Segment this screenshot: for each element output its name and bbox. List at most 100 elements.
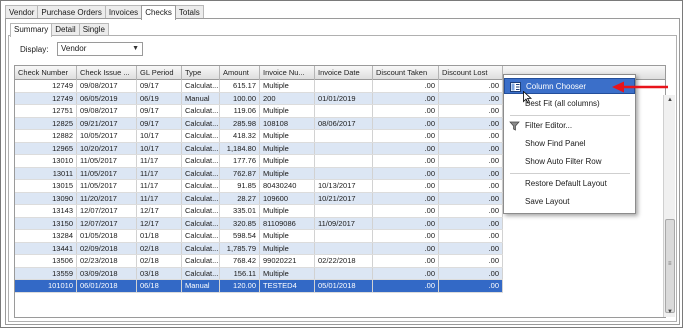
table-row[interactable]: 101010 06/01/2018 06/18 Manual 120.00 TESTED4… (15, 280, 503, 293)
table-row[interactable]: 13010 11/05/2017 11/17 Calculat... 177.76 Mul… (15, 155, 503, 168)
cell-invoice-number[interactable]: Multiple (260, 167, 315, 179)
cell-type[interactable]: Calculat... (182, 80, 220, 92)
cell-gl-period[interactable]: 10/17 (137, 142, 182, 154)
table-row[interactable]: 12751 09/08/2017 09/17 Calculat... 119.06 Mul… (15, 105, 503, 118)
cell-type[interactable]: Calculat... (182, 192, 220, 204)
cell-discount-lost[interactable]: .00 (439, 267, 503, 279)
cell-type[interactable]: Calculat... (182, 117, 220, 129)
cell-check-number[interactable]: 13143 (15, 205, 77, 217)
cell-discount-taken[interactable]: .00 (373, 105, 439, 117)
cell-discount-lost[interactable]: .00 (439, 155, 503, 167)
cell-type[interactable]: Calculat... (182, 180, 220, 192)
table-row[interactable]: 12882 10/05/2017 10/17 Calculat... 418.32 Mul… (15, 130, 503, 143)
cell-discount-lost[interactable]: .00 (439, 280, 503, 292)
cell-discount-taken[interactable]: .00 (373, 130, 439, 142)
table-row[interactable]: 13090 11/20/2017 11/17 Calculat... 28.27 1096… (15, 192, 503, 205)
column-header-gl-period[interactable]: GL Period (137, 66, 182, 80)
cell-amount[interactable]: 768.42 (220, 255, 260, 267)
cell-discount-lost[interactable]: .00 (439, 255, 503, 267)
cell-discount-taken[interactable]: .00 (373, 92, 439, 104)
cell-invoice-date[interactable] (315, 267, 373, 279)
cell-invoice-number[interactable]: 200 (260, 92, 315, 104)
cell-amount[interactable]: 1,184.80 (220, 142, 260, 154)
table-row[interactable]: 12749 06/05/2019 06/19 Manual 100.00 200 01/01… (15, 92, 503, 105)
cell-check-number[interactable]: 13011 (15, 167, 77, 179)
table-row[interactable]: 13011 11/05/2017 11/17 Calculat... 762.87 Mul… (15, 167, 503, 180)
cell-type[interactable]: Calculat... (182, 205, 220, 217)
table-row[interactable]: 13441 02/09/2018 02/18 Calculat... 1,785.79 M… (15, 242, 503, 255)
cell-discount-lost[interactable]: .00 (439, 167, 503, 179)
cell-discount-lost[interactable]: .00 (439, 80, 503, 92)
cell-type[interactable]: Calculat... (182, 217, 220, 229)
cell-invoice-number[interactable]: Multiple (260, 130, 315, 142)
cell-invoice-date[interactable] (315, 80, 373, 92)
cell-discount-taken[interactable]: .00 (373, 180, 439, 192)
cell-check-number[interactable]: 12882 (15, 130, 77, 142)
cell-discount-lost[interactable]: .00 (439, 192, 503, 204)
cell-invoice-number[interactable]: Multiple (260, 230, 315, 242)
cell-discount-taken[interactable]: .00 (373, 267, 439, 279)
cell-gl-period[interactable]: 03/18 (137, 267, 182, 279)
cell-invoice-date[interactable] (315, 230, 373, 242)
cell-amount[interactable]: 156.11 (220, 267, 260, 279)
cell-discount-taken[interactable]: .00 (373, 280, 439, 292)
cell-invoice-date[interactable]: 08/06/2017 (315, 117, 373, 129)
cell-amount[interactable]: 762.87 (220, 167, 260, 179)
menu-item-show-find-panel[interactable]: Show Find Panel (504, 136, 635, 152)
table-row[interactable]: 13559 03/09/2018 03/18 Calculat... 156.11 Mul… (15, 267, 503, 280)
cell-invoice-number[interactable]: Multiple (260, 205, 315, 217)
cell-amount[interactable]: 335.01 (220, 205, 260, 217)
cell-check-issue-date[interactable]: 06/01/2018 (77, 280, 137, 292)
cell-check-number[interactable]: 12749 (15, 92, 77, 104)
cell-check-number[interactable]: 101010 (15, 280, 77, 292)
cell-gl-period[interactable]: 09/17 (137, 105, 182, 117)
table-row[interactable]: 13143 12/07/2017 12/17 Calculat... 335.01 Mul… (15, 205, 503, 218)
cell-check-number[interactable]: 12825 (15, 117, 77, 129)
vertical-scrollbar[interactable]: ▲ ≡ ▼ (663, 95, 675, 317)
cell-check-issue-date[interactable]: 10/05/2017 (77, 130, 137, 142)
cell-check-number[interactable]: 12749 (15, 80, 77, 92)
column-header-discount-lost[interactable]: Discount Lost (439, 66, 503, 80)
tab-totals[interactable]: Totals (174, 5, 204, 19)
cell-invoice-date[interactable] (315, 142, 373, 154)
cell-invoice-date[interactable] (315, 205, 373, 217)
cell-check-issue-date[interactable]: 03/09/2018 (77, 267, 137, 279)
cell-check-number[interactable]: 13506 (15, 255, 77, 267)
cell-type[interactable]: Calculat... (182, 230, 220, 242)
cell-check-number[interactable]: 13441 (15, 242, 77, 254)
cell-invoice-date[interactable]: 02/22/2018 (315, 255, 373, 267)
cell-type[interactable]: Manual (182, 280, 220, 292)
cell-check-number[interactable]: 13015 (15, 180, 77, 192)
display-dropdown[interactable]: Vendor ▼ (57, 42, 143, 56)
cell-amount[interactable]: 598.54 (220, 230, 260, 242)
menu-item-show-auto-filter-row[interactable]: Show Auto Filter Row (504, 154, 635, 170)
cell-invoice-date[interactable] (315, 242, 373, 254)
cell-gl-period[interactable]: 12/17 (137, 217, 182, 229)
cell-invoice-date[interactable]: 10/21/2017 (315, 192, 373, 204)
cell-invoice-number[interactable]: 81109086 (260, 217, 315, 229)
cell-check-issue-date[interactable]: 11/20/2017 (77, 192, 137, 204)
cell-discount-taken[interactable]: .00 (373, 155, 439, 167)
cell-check-number[interactable]: 13150 (15, 217, 77, 229)
column-header-check-number[interactable]: Check Number (15, 66, 77, 80)
cell-check-issue-date[interactable]: 09/08/2017 (77, 80, 137, 92)
tab-checks[interactable]: Checks (141, 5, 176, 20)
table-row[interactable]: 13284 01/05/2018 01/18 Calculat... 598.54 Mul… (15, 230, 503, 243)
cell-invoice-date[interactable]: 10/13/2017 (315, 180, 373, 192)
cell-discount-lost[interactable]: .00 (439, 117, 503, 129)
cell-discount-lost[interactable]: .00 (439, 92, 503, 104)
cell-invoice-date[interactable] (315, 130, 373, 142)
cell-type[interactable]: Calculat... (182, 242, 220, 254)
cell-type[interactable]: Calculat... (182, 267, 220, 279)
table-row[interactable]: 13015 11/05/2017 11/17 Calculat... 91.85 8043… (15, 180, 503, 193)
column-header-invoice-date[interactable]: Invoice Date (315, 66, 373, 80)
cell-type[interactable]: Calculat... (182, 255, 220, 267)
cell-amount[interactable]: 120.00 (220, 280, 260, 292)
scroll-down-arrow-icon[interactable]: ▼ (664, 307, 676, 317)
cell-check-issue-date[interactable]: 11/05/2017 (77, 180, 137, 192)
column-header-type[interactable]: Type (182, 66, 220, 80)
cell-amount[interactable]: 285.98 (220, 117, 260, 129)
cell-invoice-number[interactable]: Multiple (260, 142, 315, 154)
cell-invoice-date[interactable]: 05/01/2018 (315, 280, 373, 292)
table-row[interactable]: 12965 10/20/2017 10/17 Calculat... 1,184.80 M… (15, 142, 503, 155)
